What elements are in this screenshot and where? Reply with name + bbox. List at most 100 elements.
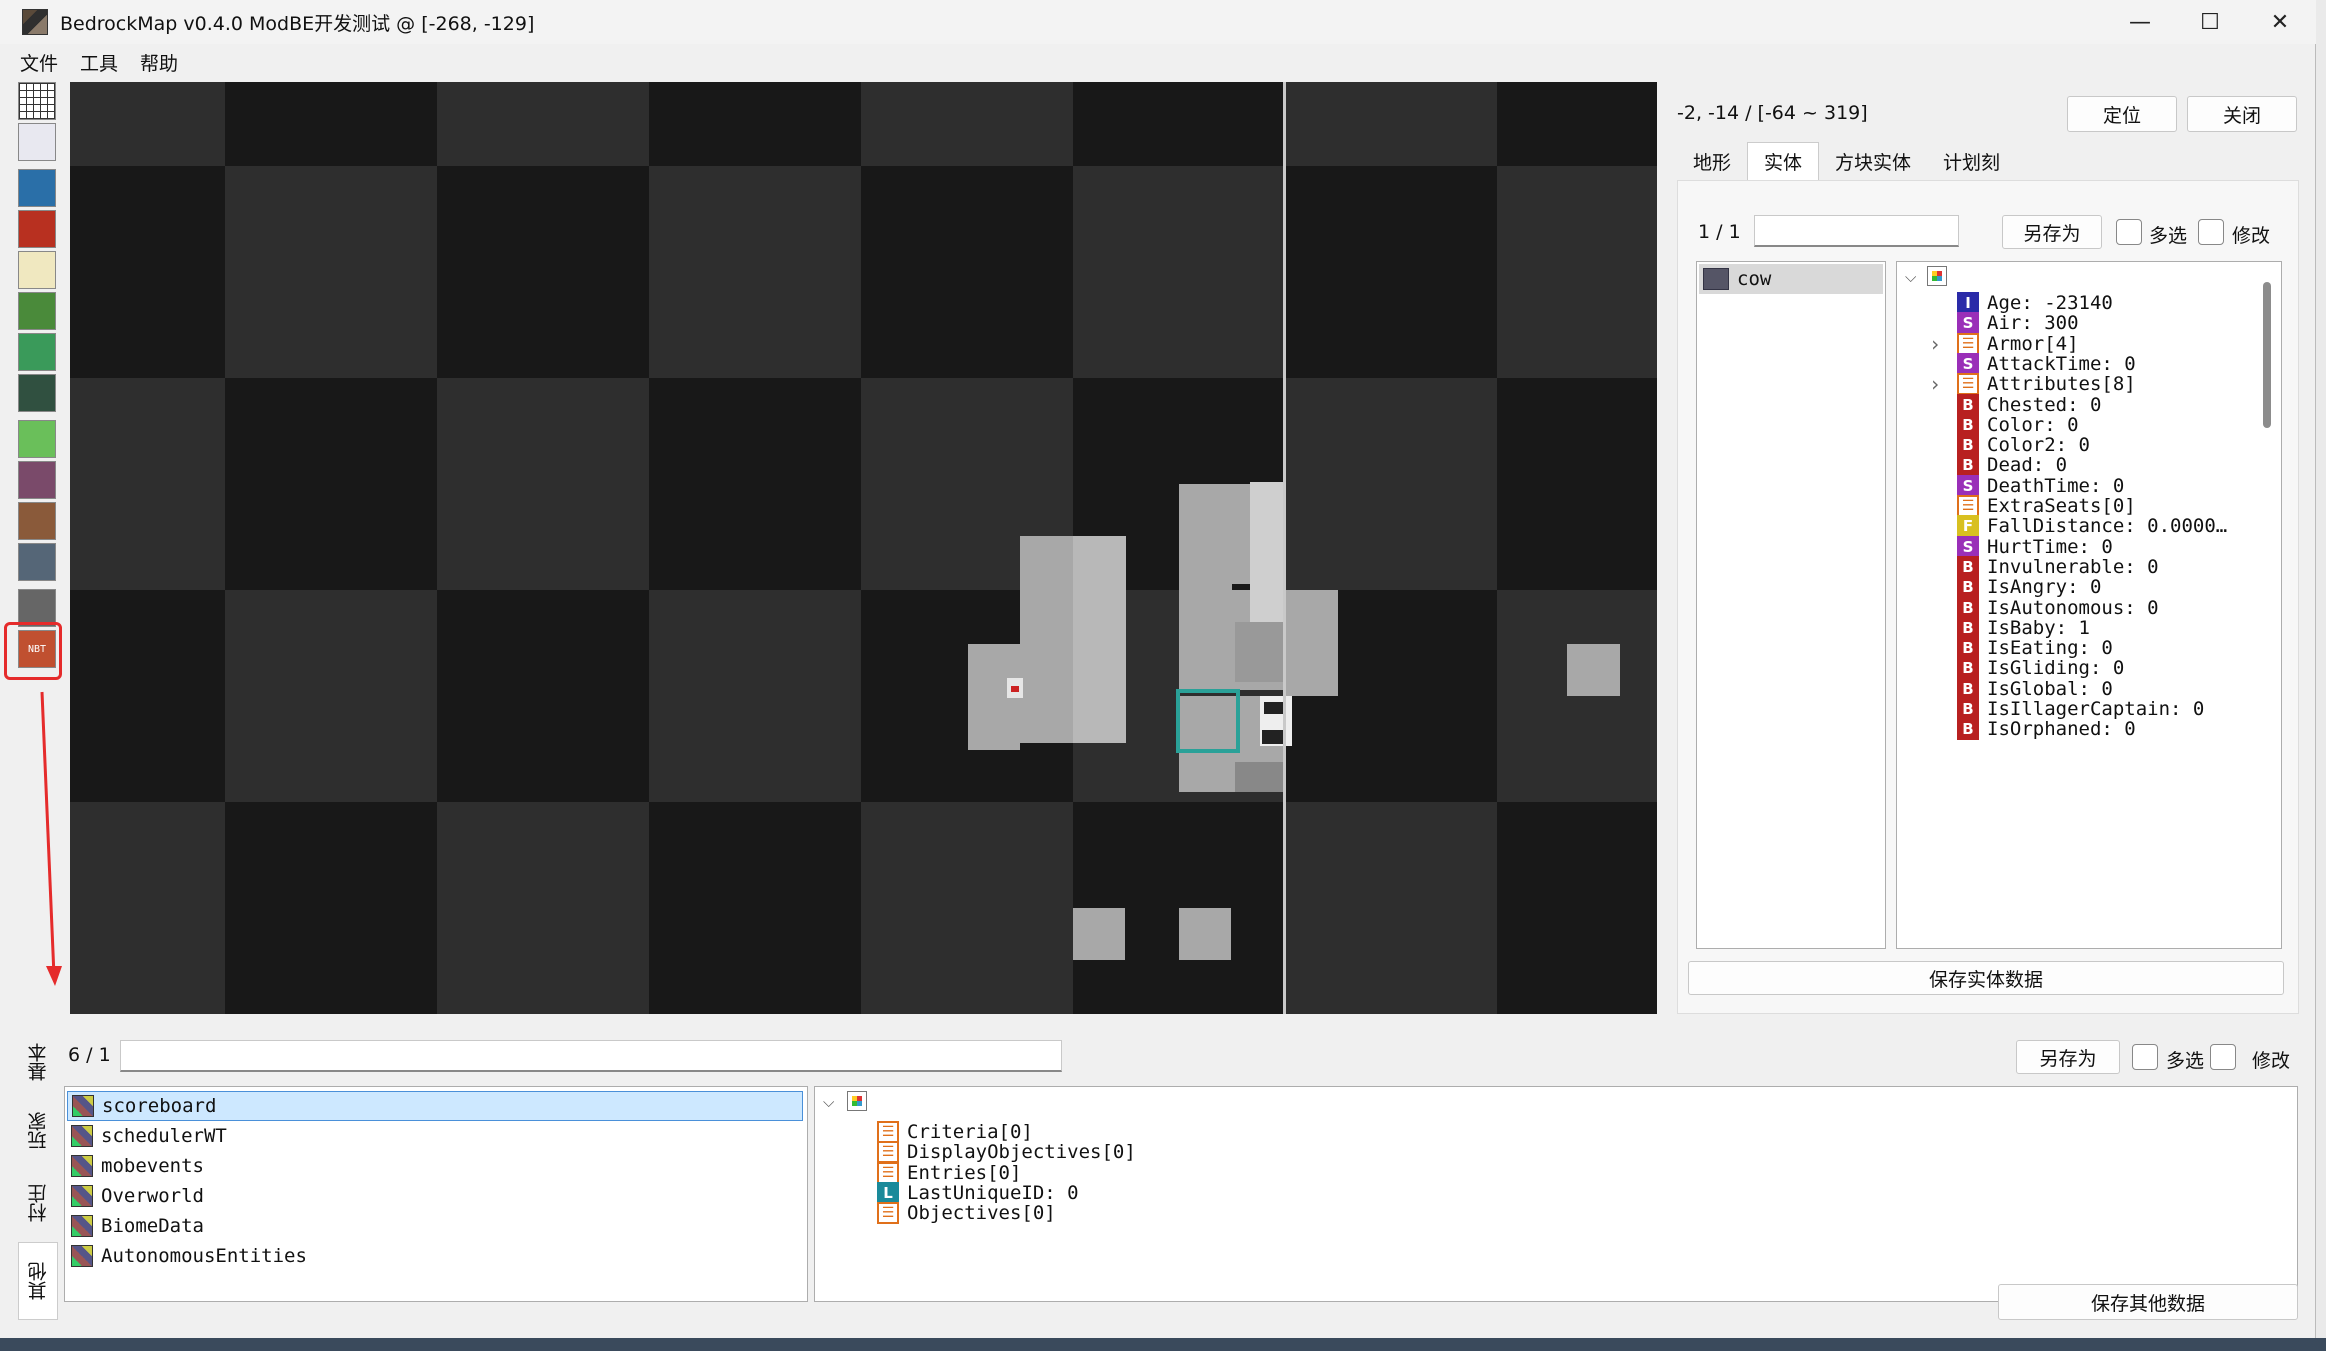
nbt-scrollbar[interactable] xyxy=(2263,282,2271,428)
map-chunk xyxy=(649,82,861,166)
map-canvas[interactable] xyxy=(70,82,1657,1014)
map-chunk xyxy=(1497,82,1657,166)
map-chunk xyxy=(1497,378,1657,590)
selection-icon[interactable] xyxy=(18,123,56,161)
map-chunk xyxy=(437,802,649,1014)
chevron-right-icon[interactable]: › xyxy=(1929,332,1941,356)
map-chunk xyxy=(1285,802,1497,1014)
map-chunk xyxy=(1285,166,1497,378)
list-item[interactable]: schedulerWT xyxy=(67,1121,803,1151)
map-chunk xyxy=(225,166,437,378)
nbt-row[interactable]: B IsOrphaned: 0 xyxy=(1957,714,2136,744)
other-save-as-button[interactable]: 另存为 xyxy=(2016,1040,2120,1074)
terrain-block xyxy=(1235,762,1285,792)
height-map-icon[interactable] xyxy=(18,374,56,412)
vtab-village[interactable]: 村庄 xyxy=(18,1170,58,1236)
db-key-icon xyxy=(71,1215,93,1237)
entity-modify-label: 修改 xyxy=(2232,225,2271,247)
globe-icon[interactable] xyxy=(18,169,56,207)
dice-icon[interactable] xyxy=(18,251,56,289)
terrain-block xyxy=(1567,644,1620,696)
slime-icon[interactable] xyxy=(18,420,56,458)
db-key-icon xyxy=(71,1155,93,1177)
chevron-right-icon[interactable]: › xyxy=(1929,372,1941,396)
list-item[interactable]: scoreboard xyxy=(67,1091,803,1121)
grid-icon[interactable] xyxy=(18,82,56,120)
other-filter-input[interactable] xyxy=(120,1040,1062,1072)
terrain-icon[interactable] xyxy=(18,292,56,330)
app-window: BedrockMap v0.4.0 ModBE开发测试 @ [-268, -12… xyxy=(0,0,2316,1351)
left-toolbar: NBT xyxy=(18,82,62,671)
entity-list: cow xyxy=(1696,261,1886,949)
list-item[interactable]: BiomeData xyxy=(67,1211,803,1241)
map-divider-line xyxy=(1283,82,1286,1014)
map-chunk xyxy=(1497,802,1657,1014)
terrain-block xyxy=(1073,908,1125,960)
db-key-icon xyxy=(71,1125,93,1147)
other-modify-checkbox[interactable] xyxy=(2210,1044,2236,1070)
menu-file[interactable]: 文件 xyxy=(20,49,58,76)
entity-filter-input[interactable] xyxy=(1754,215,1959,247)
locate-button[interactable]: 定位 xyxy=(2067,96,2177,132)
entity-icon[interactable] xyxy=(18,543,56,581)
pixel-art-icon[interactable] xyxy=(18,461,56,499)
map-chunk xyxy=(649,166,861,378)
chevron-down-icon[interactable]: ⌵ xyxy=(1905,268,1916,286)
list-item[interactable]: AutonomousEntities xyxy=(67,1241,803,1271)
other-multi-select-label: 多选 xyxy=(2166,1050,2205,1072)
tab-scheduled-tick[interactable]: 计划刻 xyxy=(1927,142,2016,180)
nbt-label: Objectives[0] xyxy=(907,1202,1056,1225)
other-multi-select-checkbox[interactable] xyxy=(2132,1044,2158,1070)
vtab-other[interactable]: 其他 xyxy=(18,1242,58,1320)
entity-page-indicator: 1 / 1 xyxy=(1698,221,1741,243)
map-chunk xyxy=(225,82,437,166)
compound-icon xyxy=(1927,266,1947,286)
tab-terrain[interactable]: 地形 xyxy=(1677,142,1747,180)
vtab-basic[interactable]: 基本 xyxy=(18,1030,58,1094)
nbt-row[interactable]: ☰ Objectives[0] xyxy=(877,1198,1056,1228)
minimize-button[interactable]: — xyxy=(2105,0,2175,44)
chevron-down-icon[interactable]: ⌵ xyxy=(823,1093,834,1111)
tab-block-entity[interactable]: 方块实体 xyxy=(1819,142,1927,180)
map-chunk xyxy=(649,590,861,802)
coordinate-readout: -2, -14 / [-64 ~ 319] xyxy=(1677,102,1868,124)
save-entity-data-button[interactable]: 保存实体数据 xyxy=(1688,961,2284,995)
tab-entity[interactable]: 实体 xyxy=(1747,142,1820,180)
map-chunk xyxy=(70,82,225,166)
list-item-label: scoreboard xyxy=(102,1095,217,1117)
menu-tools[interactable]: 工具 xyxy=(80,49,118,76)
close-window-button[interactable]: ✕ xyxy=(2245,0,2315,44)
list-item[interactable]: Overworld xyxy=(67,1181,803,1211)
list-item-label: Overworld xyxy=(101,1185,204,1207)
list-item[interactable]: cow xyxy=(1699,264,1883,294)
entity-modify-checkbox[interactable] xyxy=(2198,219,2224,245)
chicken-entity-marker xyxy=(1011,686,1019,692)
entity-save-as-button[interactable]: 另存为 xyxy=(2002,215,2102,249)
map-chunk xyxy=(861,82,1073,166)
other-modify-label: 修改 xyxy=(2252,1050,2291,1072)
list-tag-icon: ☰ xyxy=(877,1202,899,1225)
entity-panel: -2, -14 / [-64 ~ 319] 定位 关闭 地形 实体 方块实体 计划刻 … xyxy=(1677,82,2299,1014)
vtab-player[interactable]: 玩家 xyxy=(18,1098,58,1164)
list-item-label: schedulerWT xyxy=(101,1125,227,1147)
other-data-panel: 6 / 1 另存为 多选 修改 scoreboard schedulerWT mob… xyxy=(62,1030,2302,1330)
db-key-icon xyxy=(71,1245,93,1267)
menu-bar: 文件 工具 帮助 xyxy=(0,44,2316,80)
entity-multi-select-checkbox[interactable] xyxy=(2116,219,2142,245)
maximize-button[interactable]: ☐ xyxy=(2175,0,2245,44)
menu-help[interactable]: 帮助 xyxy=(140,49,178,76)
map-chunk xyxy=(225,378,437,590)
map-chunk xyxy=(70,166,225,378)
db-key-icon xyxy=(72,1095,94,1117)
tag-type-icon: B xyxy=(1957,718,1979,741)
annotation-highlight-box xyxy=(4,622,62,680)
list-item[interactable]: mobevents xyxy=(67,1151,803,1181)
desktop-strip xyxy=(0,1338,2326,1351)
villager-icon[interactable] xyxy=(18,502,56,540)
map-chunk xyxy=(437,378,649,590)
red-cube-icon[interactable] xyxy=(18,210,56,248)
close-panel-button[interactable]: 关闭 xyxy=(2187,96,2297,132)
biome-map-icon[interactable] xyxy=(18,333,56,371)
other-page-indicator: 6 / 1 xyxy=(68,1044,111,1066)
save-other-data-button[interactable]: 保存其他数据 xyxy=(1998,1284,2298,1320)
